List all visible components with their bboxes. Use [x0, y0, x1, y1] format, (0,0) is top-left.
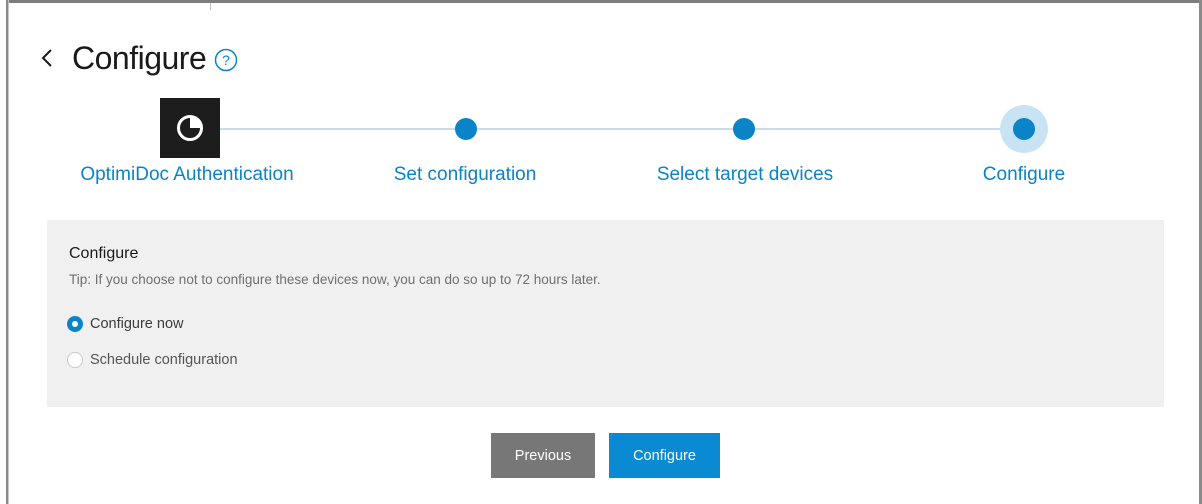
configure-options-panel: Configure Tip: If you choose not to conf…	[47, 220, 1164, 407]
step-2-marker	[455, 118, 477, 140]
pie-chart-logo-icon	[160, 98, 220, 158]
window-top-border	[0, 0, 1202, 10]
radio-button-selected[interactable]	[67, 316, 83, 332]
radio-label: Configure now	[90, 316, 184, 332]
step-label-set-configuration[interactable]: Set configuration	[394, 164, 537, 186]
stepper-track	[220, 128, 1022, 130]
question-circle-icon[interactable]: ?	[214, 48, 238, 72]
radio-button[interactable]	[67, 352, 83, 368]
chevron-left-icon[interactable]	[40, 41, 62, 75]
panel-heading: Configure	[69, 245, 139, 262]
step-label-select-target-devices[interactable]: Select target devices	[657, 164, 833, 186]
page-title: Configure	[72, 39, 207, 76]
progress-stepper: OptimiDoc Authentication Set configurati…	[0, 98, 1202, 198]
panel-tip: Tip: If you choose not to configure thes…	[69, 272, 601, 287]
configure-button[interactable]: Configure	[609, 433, 720, 478]
radio-option-configure-now[interactable]: Configure now	[67, 316, 184, 332]
step-3-marker	[733, 118, 755, 140]
radio-option-schedule-configuration[interactable]: Schedule configuration	[67, 352, 238, 368]
window-left-border-line	[6, 0, 8, 504]
step-label-optimidoc-authentication[interactable]: OptimiDoc Authentication	[80, 164, 293, 186]
window-top-tick	[210, 3, 211, 10]
step-label-configure[interactable]: Configure	[983, 164, 1065, 186]
step-4-marker	[1013, 118, 1035, 140]
svg-text:?: ?	[222, 52, 230, 68]
window-left-border	[0, 0, 9, 504]
radio-label: Schedule configuration	[90, 352, 238, 368]
previous-button[interactable]: Previous	[491, 433, 595, 478]
page-header: Configure ?	[40, 38, 238, 78]
